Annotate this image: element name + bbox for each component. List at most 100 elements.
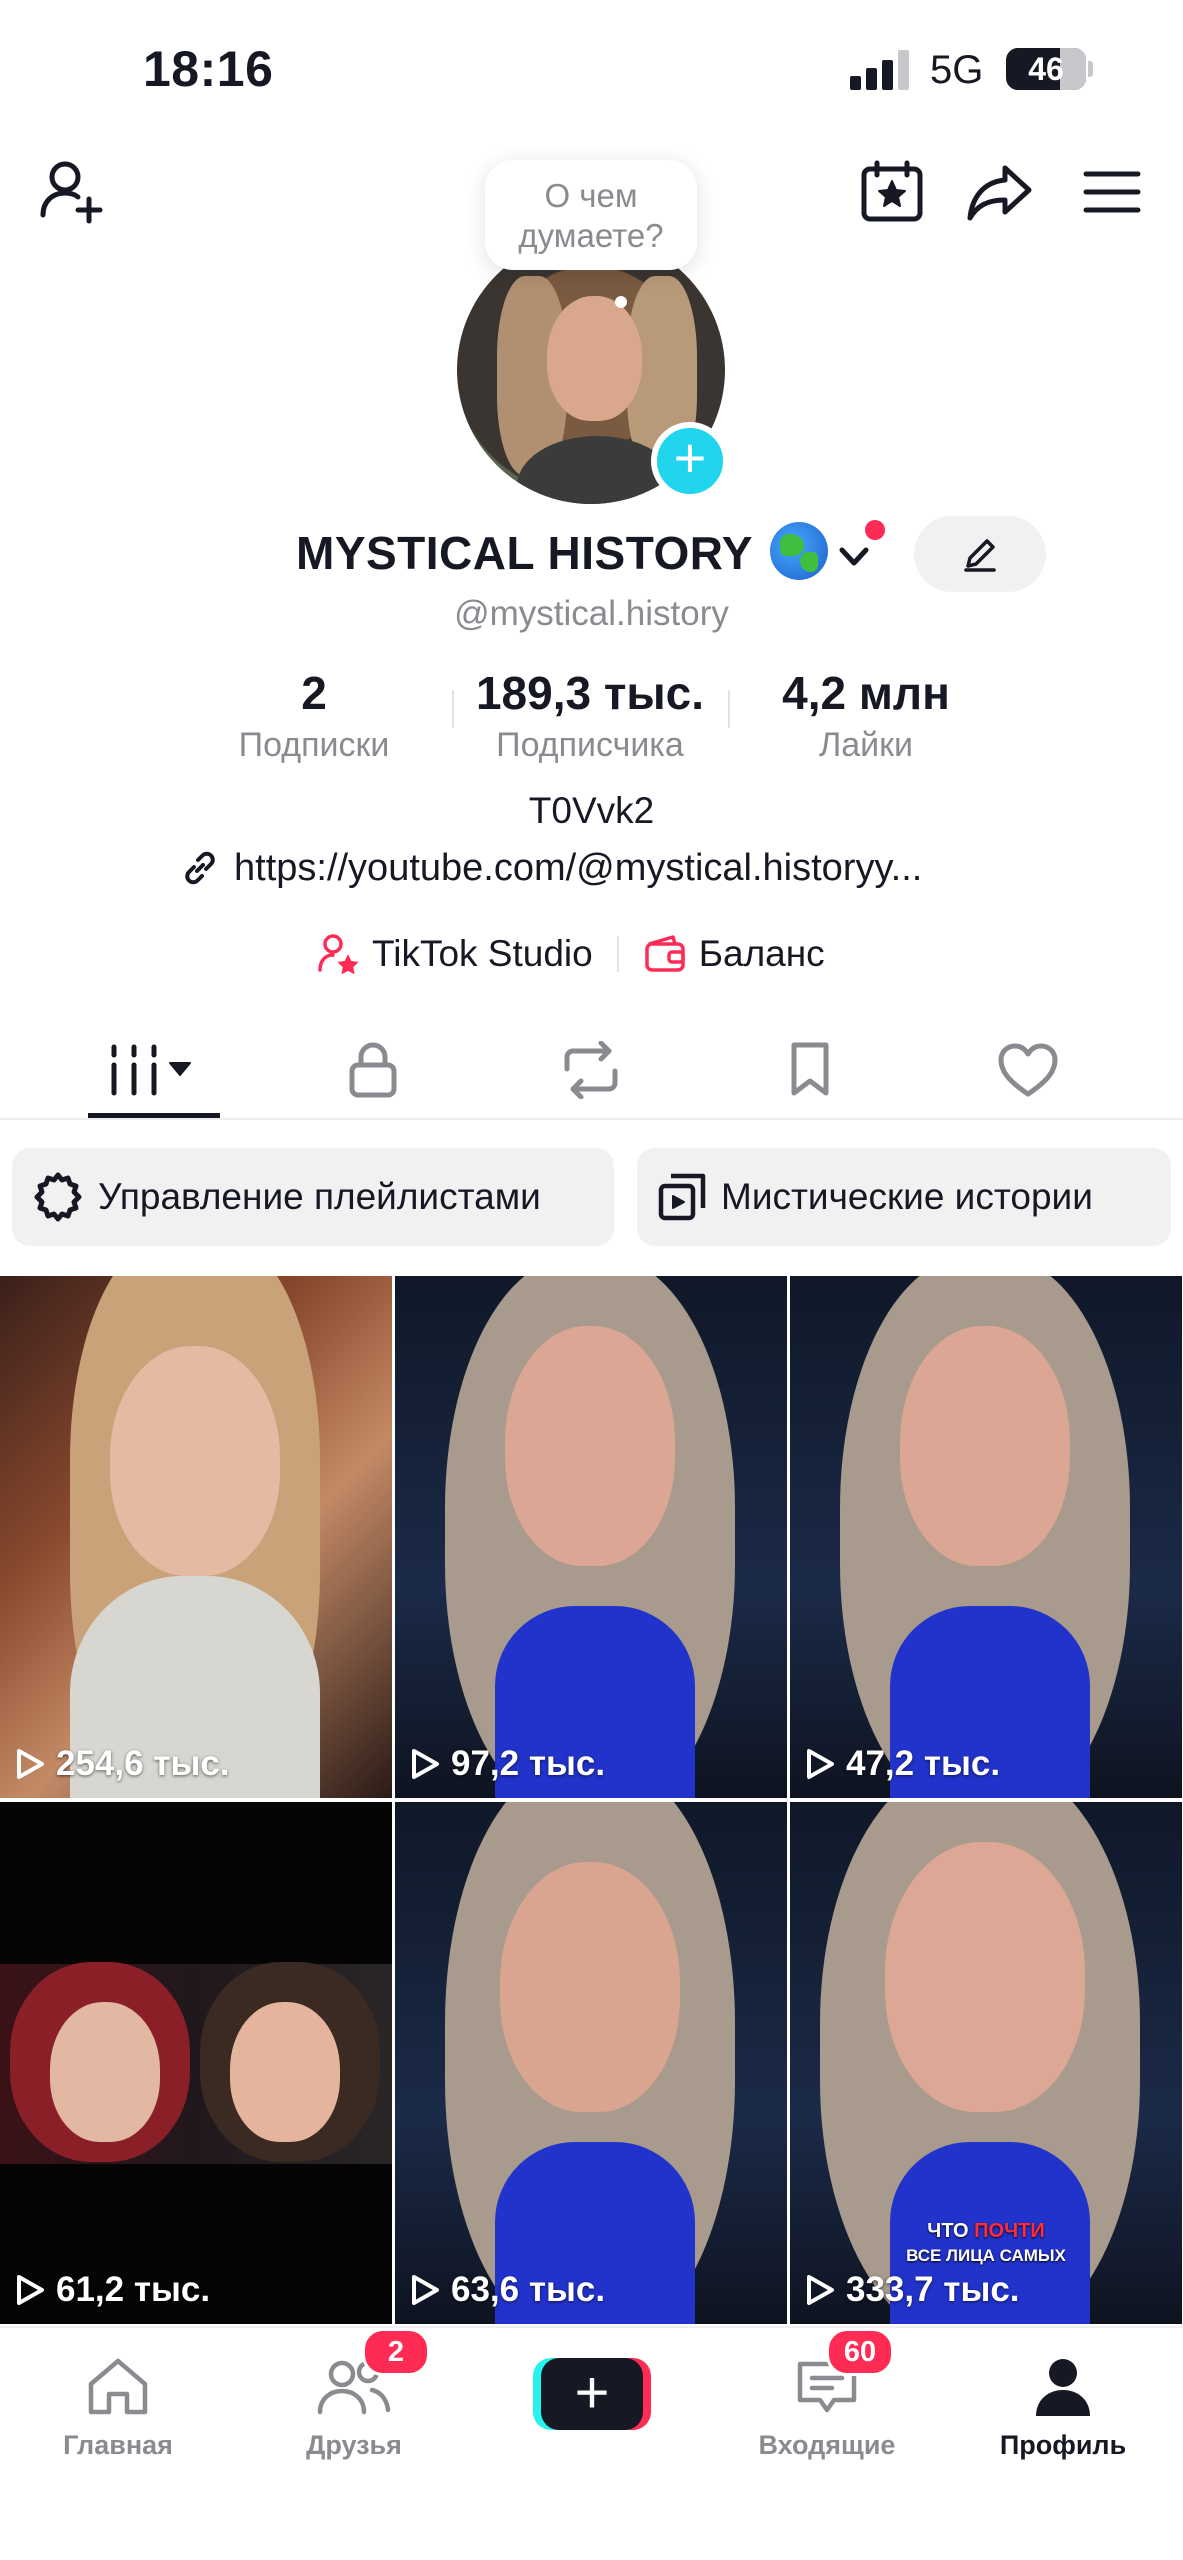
manage-playlists-label: Управление плейлистами	[98, 1176, 541, 1217]
view-count-label: 254,6 тыс.	[56, 1744, 230, 1783]
manage-playlists-button[interactable]: Управление плейлистами	[12, 1148, 614, 1246]
studio-divider	[616, 936, 619, 972]
share-arrow-icon	[967, 165, 1032, 221]
link-text: https://youtube.com/@mystical.historyy..…	[234, 846, 923, 889]
tab-favorites[interactable]	[740, 1020, 880, 1120]
play-outline-icon	[412, 2275, 439, 2305]
lock-icon	[349, 1042, 397, 1098]
video-thumbnail[interactable]: 97,2 тыс.	[395, 1276, 787, 1798]
view-count-label: 63,6 тыс.	[451, 2270, 606, 2309]
play-outline-icon	[412, 1749, 439, 1779]
nav-friends-label: Друзья	[306, 2430, 402, 2460]
view-count: 333,7 тыс.	[804, 2270, 1020, 2310]
signal-icon	[850, 50, 914, 90]
bubble-line-1: О чем	[544, 177, 638, 214]
playlist-icon	[658, 1173, 706, 1221]
bubble-dot	[615, 296, 627, 308]
stat-followers[interactable]: 189,3 тыс. Подписчика	[430, 666, 750, 765]
stat-value: 2	[301, 667, 327, 719]
video-thumbnail[interactable]: ЧТО ПОЧТИ ВСЕ ЛИЦА САМЫХ 333,7 тыс.	[790, 1802, 1182, 2324]
stat-label: Лайки	[818, 726, 914, 764]
link-icon	[185, 851, 215, 885]
friends-badge: 2	[362, 2328, 430, 2376]
video-thumbnail[interactable]: 254,6 тыс.	[0, 1276, 392, 1798]
pencil-icon	[964, 539, 996, 572]
stat-label: Подписчика	[496, 726, 684, 764]
tab-videos[interactable]	[84, 1020, 224, 1120]
view-count-label: 97,2 тыс.	[451, 1744, 606, 1783]
bookmark-icon	[791, 1042, 829, 1096]
play-outline-icon	[17, 2275, 44, 2305]
view-count-label: 47,2 тыс.	[846, 1744, 1001, 1783]
video-thumbnail[interactable]: 63,6 тыс.	[395, 1802, 787, 2324]
view-count: 63,6 тыс.	[409, 2270, 605, 2310]
calendar-button[interactable]	[852, 152, 932, 232]
video-thumbnail[interactable]: 61,2 тыс.	[0, 1802, 392, 2324]
stat-value: 4,2 млн	[782, 667, 950, 719]
hamburger-icon	[1083, 171, 1141, 213]
profile-bio: T0Vvk2	[528, 790, 655, 831]
account-switch-chevron-icon[interactable]	[836, 538, 872, 574]
gear-icon	[34, 1172, 82, 1222]
nav-profile[interactable]: Профиль	[963, 2352, 1163, 2461]
balance-link[interactable]: Баланс	[643, 933, 825, 975]
caption-word: ЧТО	[927, 2220, 975, 2242]
profile-tabs	[0, 1020, 1183, 1120]
view-count: 254,6 тыс.	[14, 1744, 230, 1784]
view-count-label: 61,2 тыс.	[56, 2270, 211, 2309]
grid-columns-icon	[111, 1044, 191, 1096]
edit-profile-button[interactable]	[914, 516, 1046, 592]
add-story-plus-icon[interactable]: +	[651, 422, 729, 500]
nav-inbox[interactable]: Входящие	[727, 2352, 927, 2461]
active-tab-indicator	[88, 1113, 220, 1118]
menu-button[interactable]	[1072, 152, 1152, 232]
bubble-line-2: думаете?	[518, 217, 664, 254]
add-user-icon	[40, 161, 103, 224]
tab-reposts[interactable]	[521, 1020, 661, 1120]
calendar-star-icon	[861, 160, 923, 222]
view-count-label: 333,7 тыс.	[846, 2270, 1020, 2309]
add-friend-button[interactable]	[30, 150, 114, 234]
inbox-badge: 60	[826, 2328, 894, 2376]
creator-star-icon	[318, 934, 359, 975]
tab-private[interactable]	[303, 1020, 443, 1120]
tiktok-studio-link[interactable]: TikTok Studio	[316, 932, 593, 976]
home-icon	[88, 2358, 148, 2415]
profile-person-icon	[1036, 2359, 1090, 2416]
video-caption: ЧТО ПОЧТИ	[790, 2220, 1182, 2243]
view-count: 47,2 тыс.	[804, 1744, 1000, 1784]
profile-link[interactable]: https://youtube.com/@mystical.historyy..…	[180, 840, 1080, 896]
tiktok-studio-label: TikTok Studio	[372, 933, 593, 974]
nav-inbox-label: Входящие	[758, 2430, 896, 2460]
view-count: 97,2 тыс.	[409, 1744, 605, 1784]
tab-liked[interactable]	[958, 1020, 1098, 1120]
studio-balance-row: TikTok Studio Баланс	[316, 924, 825, 984]
play-outline-icon	[807, 2275, 834, 2305]
battery-icon: 46	[1006, 48, 1086, 90]
play-outline-icon	[807, 1749, 834, 1779]
profile-handle: @mystical.history	[454, 594, 729, 633]
caption-highlight: ПОЧТИ	[974, 2220, 1045, 2242]
playlist-chip-label: Мистические истории	[721, 1176, 1093, 1217]
nav-profile-label: Профиль	[999, 2430, 1127, 2460]
create-button[interactable]: +	[533, 2358, 651, 2430]
stat-likes[interactable]: 4,2 млн Лайки	[706, 666, 1026, 765]
display-name[interactable]: MYSTICAL HISTORY	[296, 526, 753, 580]
stat-value: 189,3 тыс.	[475, 667, 705, 719]
stat-following[interactable]: 2 Подписки	[154, 666, 474, 765]
thoughts-bubble[interactable]: О чем думаете?	[485, 160, 697, 270]
caption-line-2: ВСЕ ЛИЦА САМЫХ	[906, 2246, 1066, 2265]
nav-home[interactable]: Главная	[18, 2352, 218, 2461]
video-thumbnail[interactable]: 47,2 тыс.	[790, 1276, 1182, 1798]
plus-icon: +	[541, 2358, 643, 2430]
battery-level: 46	[1028, 51, 1064, 87]
play-outline-icon	[17, 1749, 44, 1779]
heart-icon	[998, 1043, 1058, 1097]
wallet-icon	[644, 935, 685, 972]
playlist-chip[interactable]: Мистические истории	[637, 1148, 1171, 1246]
balance-label: Баланс	[698, 933, 825, 974]
bottom-navigation: Главная Друзья 2 + Входящие 60 Профиль	[0, 2326, 1183, 2560]
status-time: 18:16	[143, 41, 274, 97]
nav-home-label: Главная	[63, 2430, 173, 2460]
share-profile-button[interactable]	[958, 152, 1042, 232]
